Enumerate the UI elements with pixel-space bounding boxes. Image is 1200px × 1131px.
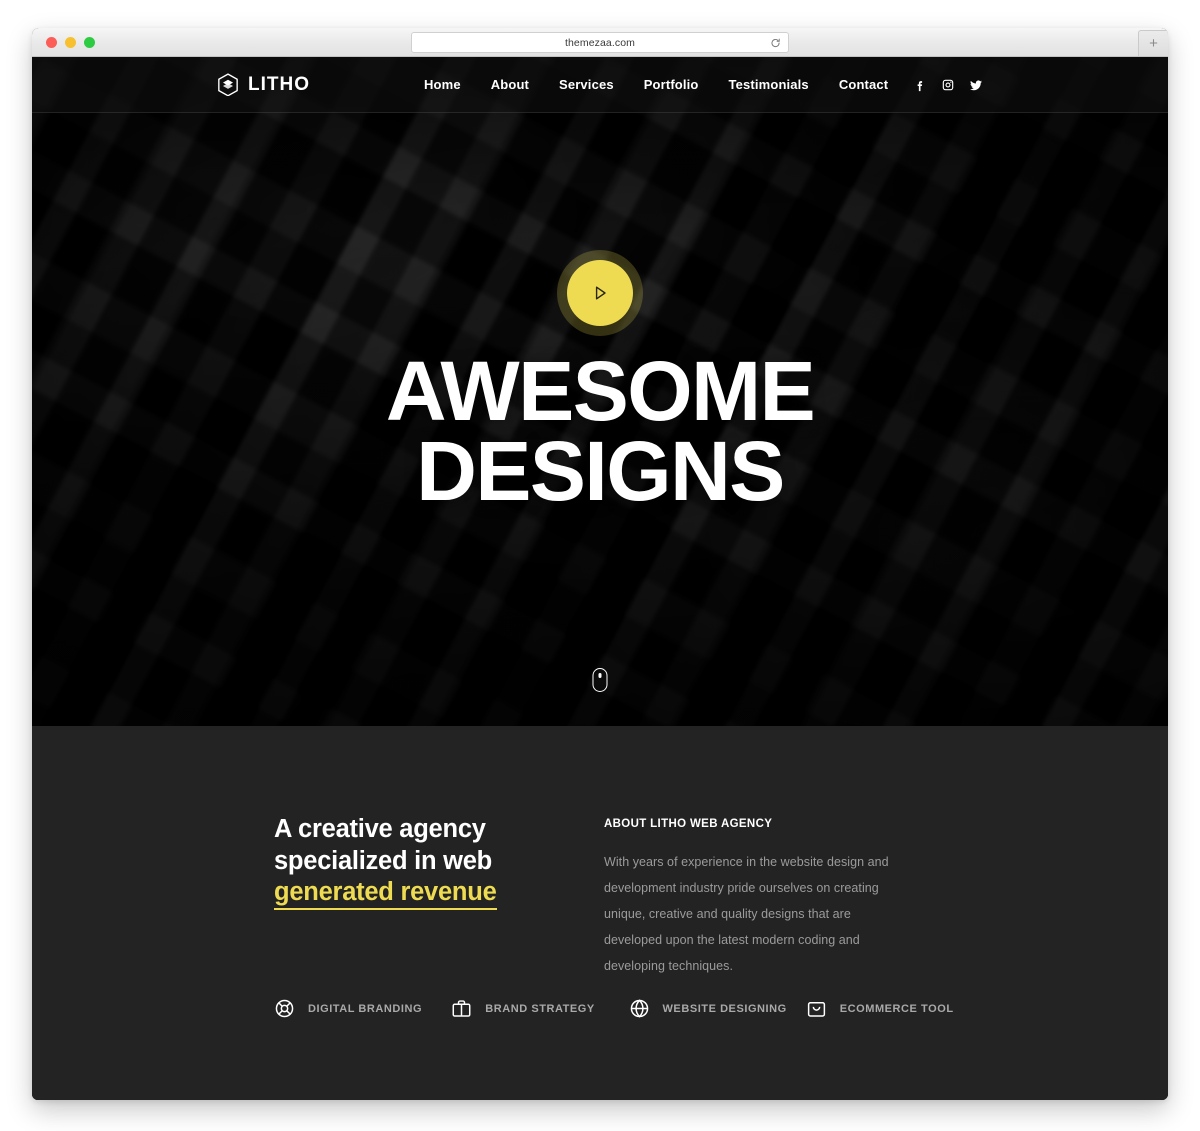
nav-item-contact[interactable]: Contact <box>839 77 888 92</box>
nav-item-portfolio[interactable]: Portfolio <box>644 77 699 92</box>
about-left-column: A creative agency specialized in web gen… <box>274 814 604 979</box>
twitter-icon[interactable] <box>969 78 983 92</box>
about-right-column: ABOUT LITHO WEB AGENCY With years of exp… <box>604 814 904 979</box>
hero-section: LITHO Home About Services Portfolio Test… <box>32 57 1168 726</box>
service-label: BRAND STRATEGY <box>485 1002 595 1015</box>
window-traffic-lights <box>46 37 95 48</box>
logo-text: LITHO <box>248 73 310 95</box>
scroll-wheel-dot <box>598 673 602 678</box>
play-icon <box>590 283 610 303</box>
lifebuoy-icon <box>274 998 295 1019</box>
mouse-scroll-icon <box>592 668 608 692</box>
site-viewport: LITHO Home About Services Portfolio Test… <box>32 57 1168 1100</box>
service-label: ECOMMERCE TOOL <box>839 1002 954 1015</box>
address-bar[interactable]: themezaa.com <box>411 32 789 53</box>
scroll-indicator[interactable] <box>592 650 608 692</box>
hero-title-line-2: DESIGNS <box>416 423 785 518</box>
browser-chrome: themezaa.com + <box>32 28 1168 57</box>
close-window-button[interactable] <box>46 37 57 48</box>
about-section: A creative agency specialized in web gen… <box>32 726 1168 1100</box>
nav-item-services[interactable]: Services <box>559 77 614 92</box>
minimize-window-button[interactable] <box>65 37 76 48</box>
about-body-text: With years of experience in the website … <box>604 855 889 973</box>
url-text: themezaa.com <box>564 36 636 49</box>
site-header: LITHO Home About Services Portfolio Test… <box>32 57 1168 113</box>
globe-icon <box>629 998 650 1019</box>
service-label: WEBSITE DESIGNING <box>662 1002 787 1015</box>
about-heading-line-2: specialized in web <box>274 846 492 875</box>
nav-item-about[interactable]: About <box>491 77 529 92</box>
litho-hex-logo-icon <box>217 72 239 97</box>
services-strip: DIGITAL BRANDING BRAND STRATEGY WEBSITE … <box>274 998 983 1019</box>
main-nav: Home About Services Portfolio Testimonia… <box>424 77 888 92</box>
service-item-website-designing[interactable]: WEBSITE DESIGNING <box>629 998 806 1019</box>
hero-content: AWESOME DESIGNS <box>32 57 1168 726</box>
facebook-icon[interactable] <box>913 78 927 92</box>
new-tab-button[interactable]: + <box>1138 30 1168 56</box>
service-label: DIGITAL BRANDING <box>308 1002 423 1015</box>
briefcase-icon <box>451 998 472 1019</box>
hero-title: AWESOME DESIGNS <box>386 349 816 518</box>
service-item-digital-branding[interactable]: DIGITAL BRANDING <box>274 998 451 1019</box>
social-links <box>913 78 983 92</box>
about-row: A creative agency specialized in web gen… <box>32 726 1168 979</box>
service-item-ecommerce-tool[interactable]: ECOMMERCE TOOL <box>806 998 983 1019</box>
shopping-bag-icon <box>806 998 827 1019</box>
browser-window: themezaa.com + LITHO Home About Services… <box>32 28 1168 1100</box>
zoom-window-button[interactable] <box>84 37 95 48</box>
hero-play-button[interactable] <box>567 260 633 326</box>
about-heading-highlight: generated revenue <box>274 878 497 911</box>
about-heading-line-1: A creative agency <box>274 815 486 843</box>
reload-icon[interactable] <box>770 37 781 48</box>
nav-item-testimonials[interactable]: Testimonials <box>729 77 809 92</box>
about-kicker: ABOUT LITHO WEB AGENCY <box>604 818 773 830</box>
page-root: themezaa.com + LITHO Home About Services… <box>0 0 1200 1131</box>
instagram-icon[interactable] <box>941 78 955 92</box>
nav-item-home[interactable]: Home <box>424 77 461 92</box>
logo[interactable]: LITHO <box>217 72 310 97</box>
service-item-brand-strategy[interactable]: BRAND STRATEGY <box>451 998 628 1019</box>
about-heading: A creative agency specialized in web gen… <box>274 814 584 911</box>
